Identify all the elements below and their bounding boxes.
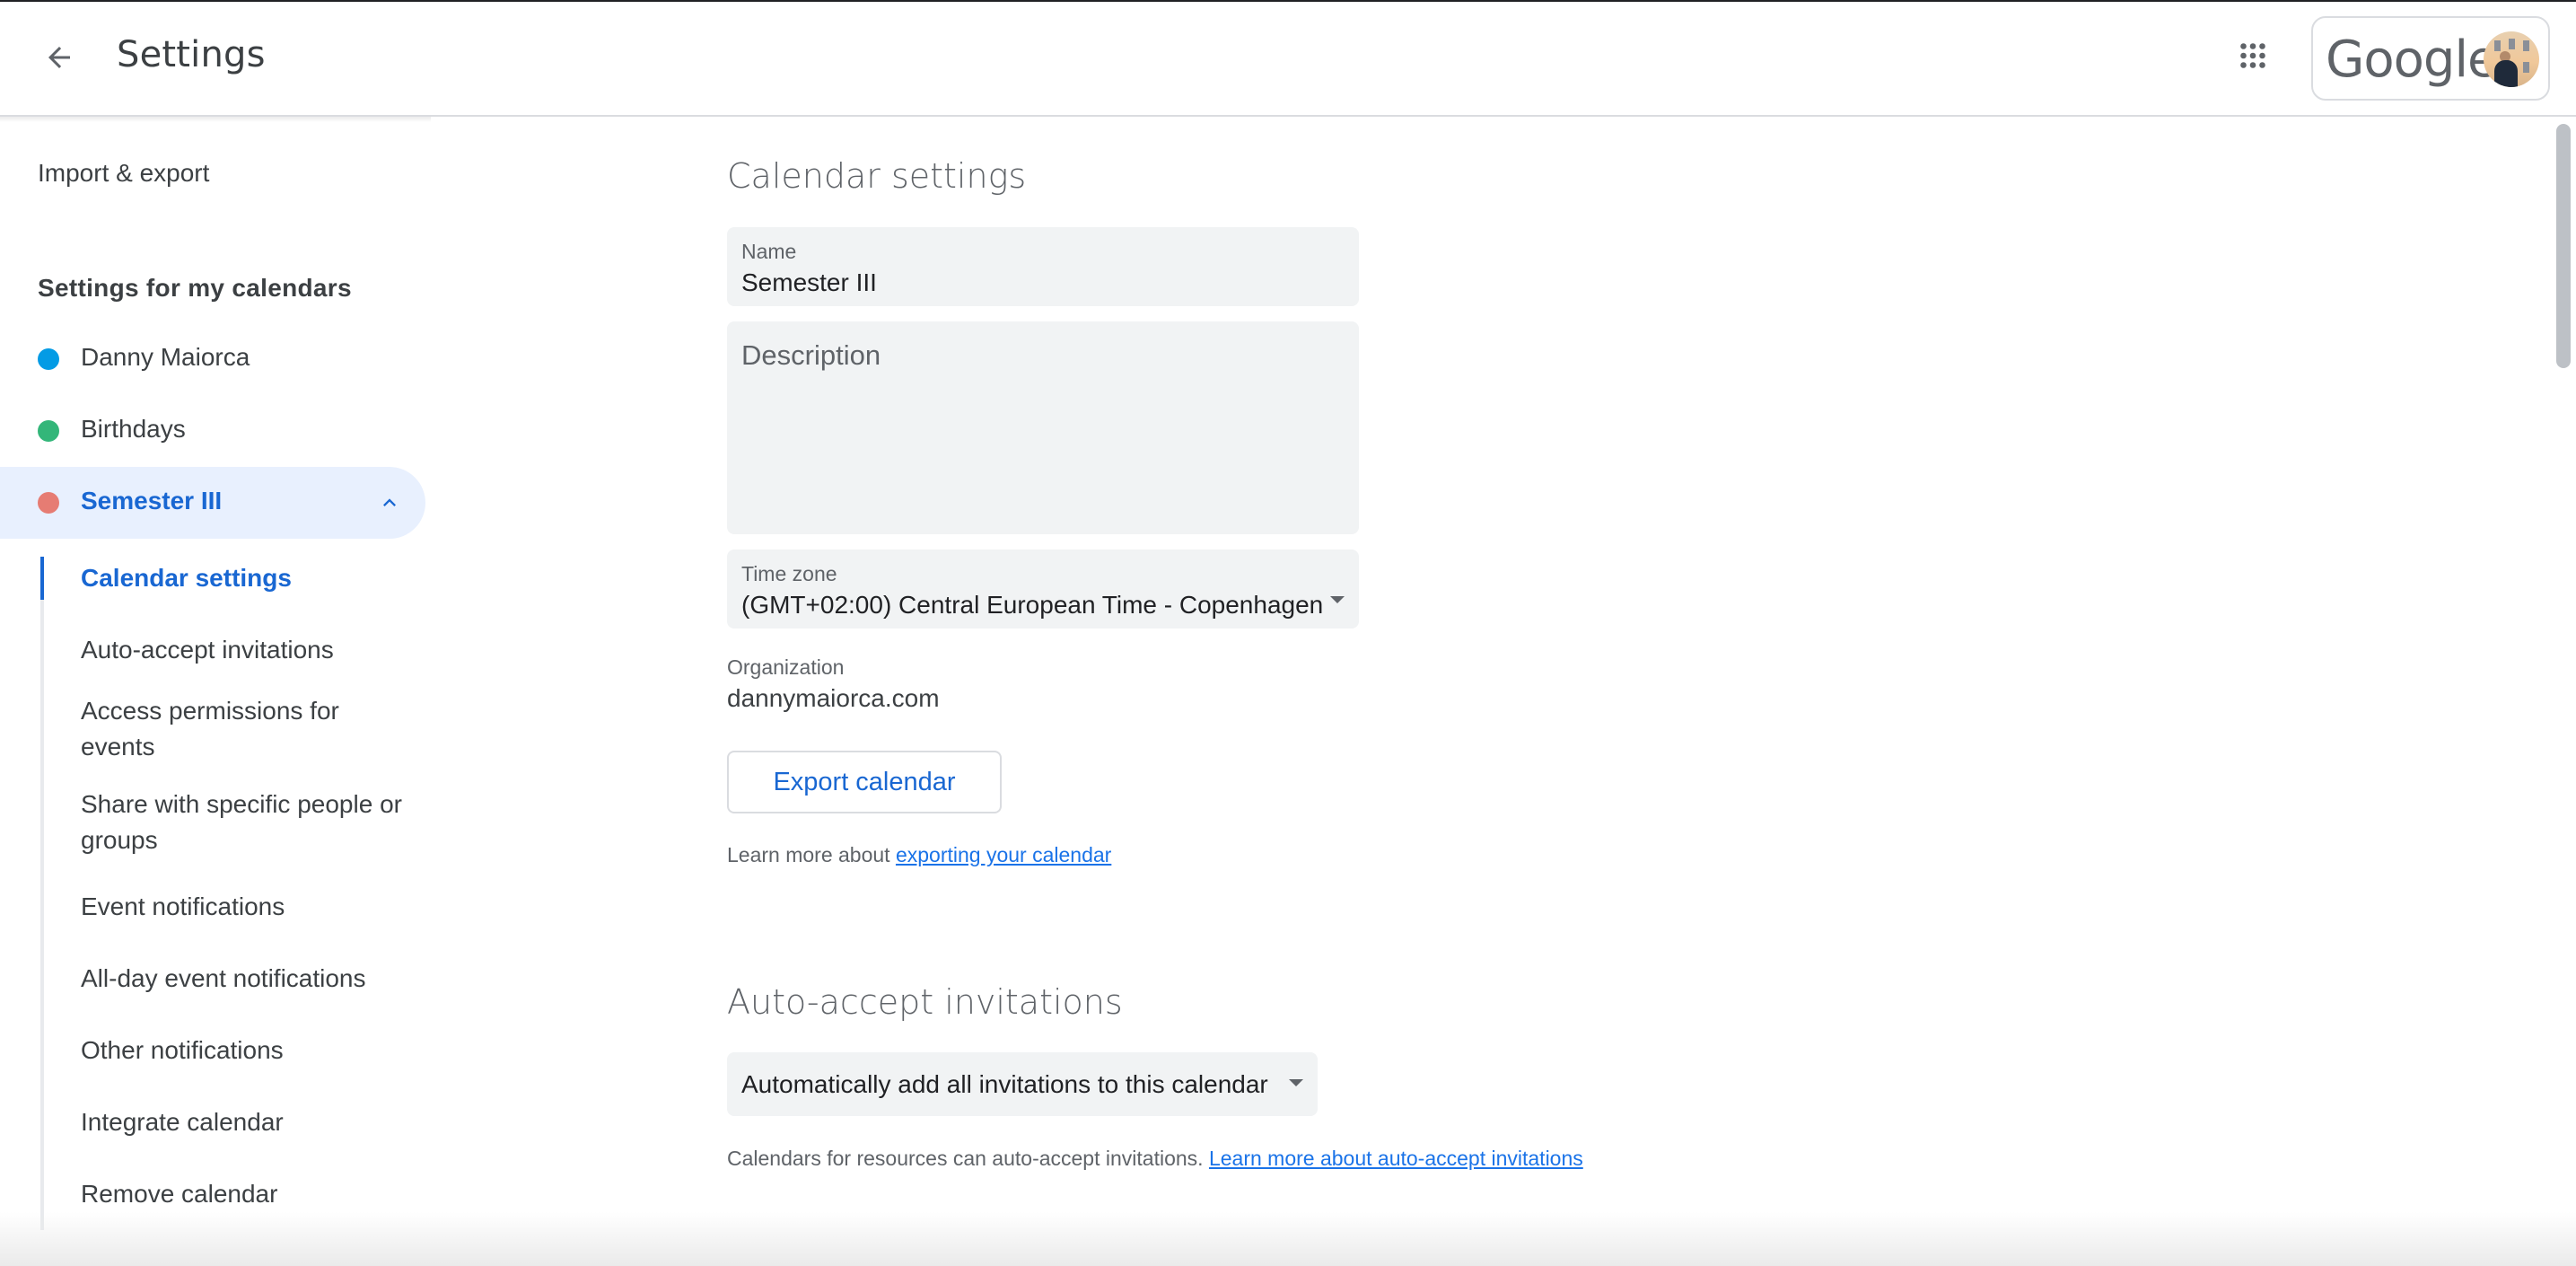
sidebar-heading-my-calendars: Settings for my calendars bbox=[38, 274, 352, 302]
account-avatar[interactable] bbox=[2484, 31, 2539, 87]
avatar-photo-detail bbox=[2523, 40, 2529, 51]
subnav-remove-calendar[interactable]: Remove calendar bbox=[81, 1176, 404, 1212]
auto-accept-select[interactable]: Automatically add all invitations to thi… bbox=[727, 1052, 1318, 1116]
timezone-select[interactable]: Time zone (GMT+02:00) Central European T… bbox=[727, 549, 1359, 629]
name-field-value: Semester III bbox=[741, 268, 877, 296]
subnav-active-indicator bbox=[40, 557, 44, 600]
description-placeholder: Description bbox=[741, 339, 881, 371]
subnav-integrate-calendar[interactable]: Integrate calendar bbox=[81, 1104, 404, 1140]
sidebar-calendar-danny-maiorca[interactable]: Danny Maiorca bbox=[0, 323, 425, 395]
arrow-back-icon bbox=[48, 47, 70, 68]
calendar-name: Danny Maiorca bbox=[81, 343, 250, 371]
calendar-name: Semester III bbox=[81, 487, 223, 514]
settings-sidebar: Import & export Settings for my calendar… bbox=[0, 117, 431, 1266]
page-scrollbar[interactable] bbox=[2556, 124, 2571, 368]
auto-accept-select-value: Automatically add all invitations to thi… bbox=[741, 1070, 1268, 1098]
export-help-text: Learn more about exporting your calendar bbox=[727, 843, 1111, 867]
export-calendar-button[interactable]: Export calendar bbox=[727, 751, 1002, 813]
timezone-value: (GMT+02:00) Central European Time - Cope… bbox=[741, 591, 1324, 619]
auto-accept-learn-more-link[interactable]: Learn more about auto-accept invitations bbox=[1209, 1147, 1583, 1170]
subnav-event-notifications[interactable]: Event notifications bbox=[81, 889, 404, 925]
apps-grid-icon bbox=[2240, 43, 2265, 68]
auto-accept-help-text: Calendars for resources can auto-accept … bbox=[727, 1147, 1583, 1171]
calendar-name: Birthdays bbox=[81, 415, 186, 443]
section-title-auto-accept: Auto-accept invitations bbox=[727, 982, 1123, 1022]
subnav-share-with-people[interactable]: Share with specific people or groups bbox=[81, 787, 404, 858]
avatar-photo-detail bbox=[2494, 40, 2501, 51]
name-field[interactable]: Name Semester III bbox=[727, 227, 1359, 306]
page-title: Settings bbox=[117, 34, 266, 75]
dropdown-arrow-icon bbox=[1289, 1079, 1303, 1086]
calendar-color-dot bbox=[38, 492, 59, 514]
avatar-photo-detail bbox=[2523, 62, 2529, 73]
subnav-other-notifications[interactable]: Other notifications bbox=[81, 1033, 404, 1068]
sidebar-calendar-semester-iii[interactable]: Semester III bbox=[0, 467, 425, 539]
auto-accept-help-prefix: Calendars for resources can auto-accept … bbox=[727, 1147, 1209, 1170]
export-help-prefix: Learn more about bbox=[727, 843, 896, 866]
section-title-calendar-settings: Calendar settings bbox=[727, 156, 1027, 196]
subnav-rail bbox=[40, 557, 44, 1230]
avatar-photo-detail bbox=[2509, 39, 2515, 49]
subnav-access-permissions[interactable]: Access permissions for events bbox=[81, 693, 404, 765]
subnav-all-day-notifications[interactable]: All-day event notifications bbox=[81, 961, 404, 997]
settings-main: Calendar settings Name Semester III Desc… bbox=[727, 117, 2486, 1266]
google-apps-button[interactable] bbox=[2226, 29, 2280, 83]
calendar-color-dot bbox=[38, 348, 59, 370]
timezone-label: Time zone bbox=[741, 562, 837, 585]
subnav-calendar-settings[interactable]: Calendar settings bbox=[81, 560, 404, 596]
dropdown-arrow-icon bbox=[1330, 596, 1345, 603]
name-field-label: Name bbox=[741, 240, 797, 263]
sidebar-item-import-export[interactable]: Import & export bbox=[38, 159, 209, 188]
sidebar-calendar-birthdays[interactable]: Birthdays bbox=[0, 395, 425, 467]
organization-value: dannymaiorca.com bbox=[727, 684, 940, 712]
avatar-photo-detail bbox=[2494, 60, 2518, 87]
account-chip[interactable]: Google bbox=[2311, 16, 2550, 101]
organization-label: Organization bbox=[727, 655, 845, 679]
chevron-up-icon[interactable] bbox=[377, 490, 402, 515]
app-header: Settings Google bbox=[0, 2, 2576, 115]
exporting-calendar-link[interactable]: exporting your calendar bbox=[896, 843, 1111, 866]
description-field[interactable]: Description bbox=[727, 321, 1359, 534]
back-button[interactable] bbox=[32, 31, 86, 84]
calendar-color-dot bbox=[38, 420, 59, 442]
google-logo: Google bbox=[2326, 31, 2498, 89]
subnav-auto-accept-invitations[interactable]: Auto-accept invitations bbox=[81, 632, 404, 668]
